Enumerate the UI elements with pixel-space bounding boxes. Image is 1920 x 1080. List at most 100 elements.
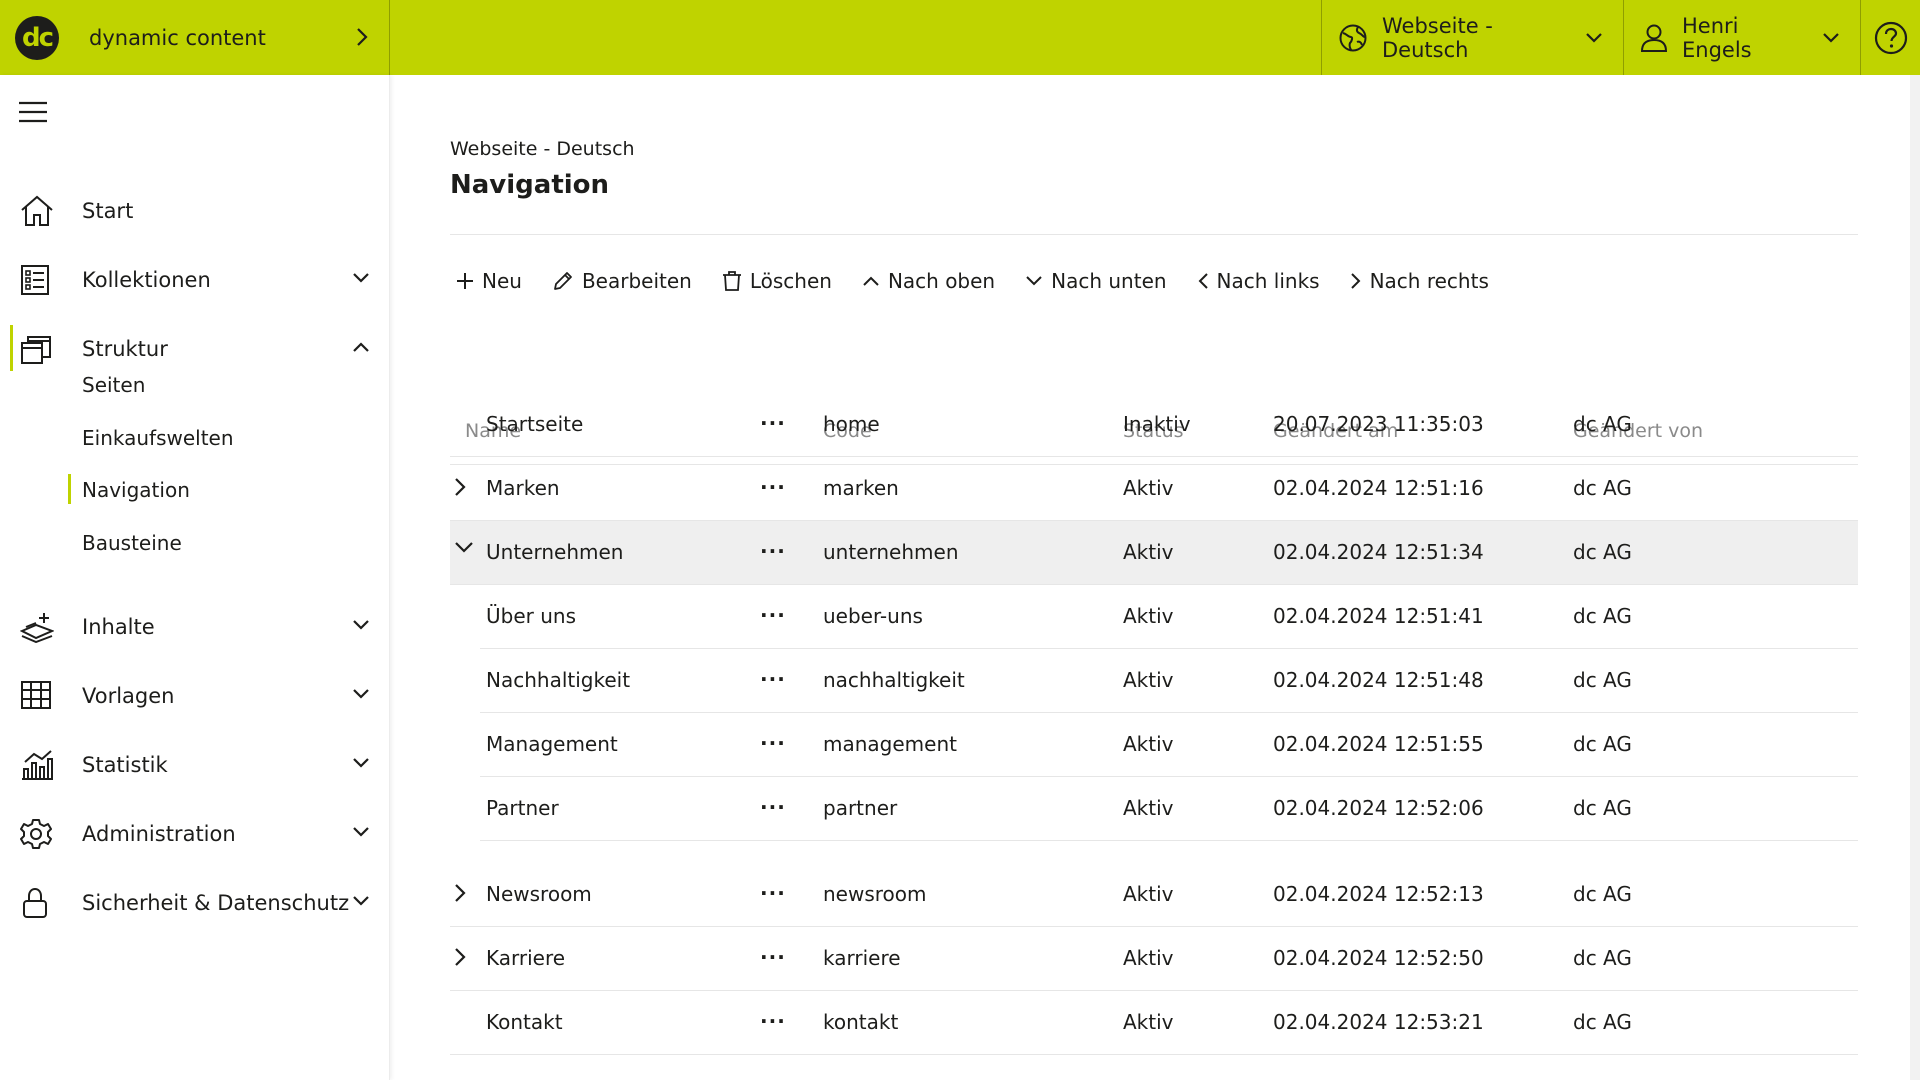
pencil-icon (552, 270, 582, 292)
chevron-up-icon (352, 341, 370, 353)
row-changed-by: dc AG (1573, 732, 1632, 756)
table-row[interactable]: Kontakt ··· kontakt Aktiv 02.04.2024 12:53:2… (450, 991, 1858, 1055)
new-button[interactable]: Neu (450, 263, 522, 299)
sidebar-subitem-bausteine[interactable]: Bausteine (82, 525, 182, 561)
brand-switcher[interactable]: dc dynamic content (0, 0, 390, 75)
row-changed-at: 02.04.2024 12:51:34 (1273, 540, 1484, 564)
trash-icon (722, 270, 750, 292)
row-changed-by: dc AG (1573, 540, 1632, 564)
sidebar-item-kollektionen[interactable]: Kollektionen (0, 254, 390, 306)
sidebar-subitem-einkaufswelten[interactable]: Einkaufswelten (82, 420, 234, 456)
row-code: unternehmen (823, 540, 959, 564)
chevron-right-icon[interactable] (454, 947, 466, 967)
row-changed-by: dc AG (1573, 1010, 1632, 1034)
sidebar-item-sicherheit[interactable]: Sicherheit & Datenschutz (0, 877, 390, 929)
divider (450, 234, 1858, 235)
sidebar-item-inhalte[interactable]: Inhalte (0, 601, 390, 653)
chevron-down-icon (1822, 32, 1840, 44)
chevron-down-icon (352, 688, 370, 700)
chevron-right-icon[interactable] (454, 477, 466, 497)
help-button[interactable] (1860, 0, 1920, 75)
move-up-button[interactable]: Nach oben (856, 263, 995, 299)
breadcrumb[interactable]: Webseite - Deutsch (450, 138, 635, 160)
row-name: Startseite (486, 412, 584, 436)
chevron-down-icon (1585, 32, 1603, 44)
move-right-button[interactable]: Nach rechts (1344, 263, 1489, 299)
row-name: Über uns (486, 604, 576, 628)
chevron-right-icon[interactable] (454, 883, 466, 903)
sidebar-subitem-seiten[interactable]: Seiten (82, 367, 145, 403)
row-changed-at: 20.07.2023 11:35:03 (1273, 412, 1484, 436)
more-options-icon[interactable]: ··· (760, 411, 786, 435)
sidebar-item-statistik[interactable]: Statistik (0, 739, 390, 791)
brand-name: dynamic content (89, 25, 266, 50)
row-status: Aktiv (1123, 796, 1174, 820)
more-options-icon[interactable]: ··· (760, 603, 786, 627)
more-options-icon[interactable]: ··· (760, 539, 786, 563)
site-selector-label: Webseite - Deutsch (1382, 13, 1493, 62)
dc-logo: dc (15, 15, 59, 60)
sidebar-item-vorlagen[interactable]: Vorlagen (0, 670, 390, 722)
row-name: Marken (486, 476, 560, 500)
row-code: home (823, 412, 880, 436)
row-name: Newsroom (486, 882, 592, 906)
table-row[interactable]: Über uns ··· ueber-uns Aktiv 02.04.2024 12:5… (480, 585, 1858, 649)
row-name: Partner (486, 796, 559, 820)
row-changed-by: dc AG (1573, 604, 1632, 628)
row-status: Aktiv (1123, 882, 1174, 906)
row-changed-by: dc AG (1573, 946, 1632, 970)
sidebar-subitem-navigation[interactable]: Navigation (68, 472, 190, 508)
more-options-icon[interactable]: ··· (760, 731, 786, 755)
home-icon (20, 195, 54, 227)
move-right-button-label: Nach rechts (1369, 269, 1489, 293)
table-row[interactable]: Partner ··· partner Aktiv 02.04.2024 12:52:0… (480, 777, 1858, 841)
table-row[interactable]: Karriere ··· karriere Aktiv 02.04.2024 12:52… (450, 927, 1858, 991)
table-row[interactable]: Management ··· management Aktiv 02.04.2024 1… (480, 713, 1858, 777)
row-changed-at: 02.04.2024 12:52:13 (1273, 882, 1484, 906)
scrollbar[interactable] (1910, 75, 1920, 1080)
row-changed-at: 02.04.2024 12:52:50 (1273, 946, 1484, 970)
chevron-down-icon (352, 757, 370, 769)
row-status: Aktiv (1123, 668, 1174, 692)
chevron-right-icon (355, 27, 369, 47)
more-options-icon[interactable]: ··· (760, 881, 786, 905)
sidebar-item-struktur[interactable]: Struktur (0, 323, 390, 375)
more-options-icon[interactable]: ··· (760, 1009, 786, 1033)
row-name: Kontakt (486, 1010, 563, 1034)
row-changed-by: dc AG (1573, 882, 1632, 906)
user-menu[interactable]: Henri Engels (1623, 0, 1860, 75)
table-row[interactable]: Newsroom ··· newsroom Aktiv 02.04.2024 12:52… (450, 863, 1858, 927)
menu-icon[interactable] (19, 101, 47, 123)
windows-icon (20, 333, 52, 365)
sidebar-item-administration[interactable]: Administration (0, 808, 390, 860)
more-options-icon[interactable]: ··· (760, 795, 786, 819)
sidebar-item-label: Inhalte (82, 615, 155, 639)
table-row[interactable]: Nachhaltigkeit ··· nachhaltigkeit Aktiv 02.0… (480, 649, 1858, 713)
table-row[interactable]: Marken ··· marken Aktiv 02.04.2024 12:51:16 d… (450, 457, 1858, 521)
help-icon (1874, 21, 1908, 55)
edit-button[interactable]: Bearbeiten (546, 263, 692, 299)
more-options-icon[interactable]: ··· (760, 667, 786, 691)
row-name: Karriere (486, 946, 566, 970)
site-selector[interactable]: Webseite - Deutsch (1321, 0, 1623, 75)
row-changed-at: 02.04.2024 12:52:06 (1273, 796, 1484, 820)
chevron-down-icon[interactable] (454, 541, 474, 555)
new-button-label: Neu (482, 269, 522, 293)
sidebar-item-label: Sicherheit & Datenschutz (82, 891, 350, 915)
grid-icon (20, 680, 52, 710)
list-icon (20, 264, 50, 296)
row-changed-by: dc AG (1573, 668, 1632, 692)
gear-icon (20, 818, 52, 850)
row-code: management (823, 732, 957, 756)
row-status: Aktiv (1123, 604, 1174, 628)
sidebar-item-start[interactable]: Start (0, 185, 390, 237)
delete-button-label: Löschen (749, 269, 832, 293)
move-down-button[interactable]: Nach unten (1019, 263, 1167, 299)
more-options-icon[interactable]: ··· (760, 945, 786, 969)
more-options-icon[interactable]: ··· (760, 475, 786, 499)
table-row[interactable]: Startseite ··· home Inaktiv 20.07.2023 11:35… (450, 393, 1858, 457)
move-left-button[interactable]: Nach links (1191, 263, 1320, 299)
row-changed-by: dc AG (1573, 796, 1632, 820)
delete-button[interactable]: Löschen (716, 263, 832, 299)
table-row[interactable]: Unternehmen ··· unternehmen Aktiv 02.04.2024… (450, 521, 1858, 585)
